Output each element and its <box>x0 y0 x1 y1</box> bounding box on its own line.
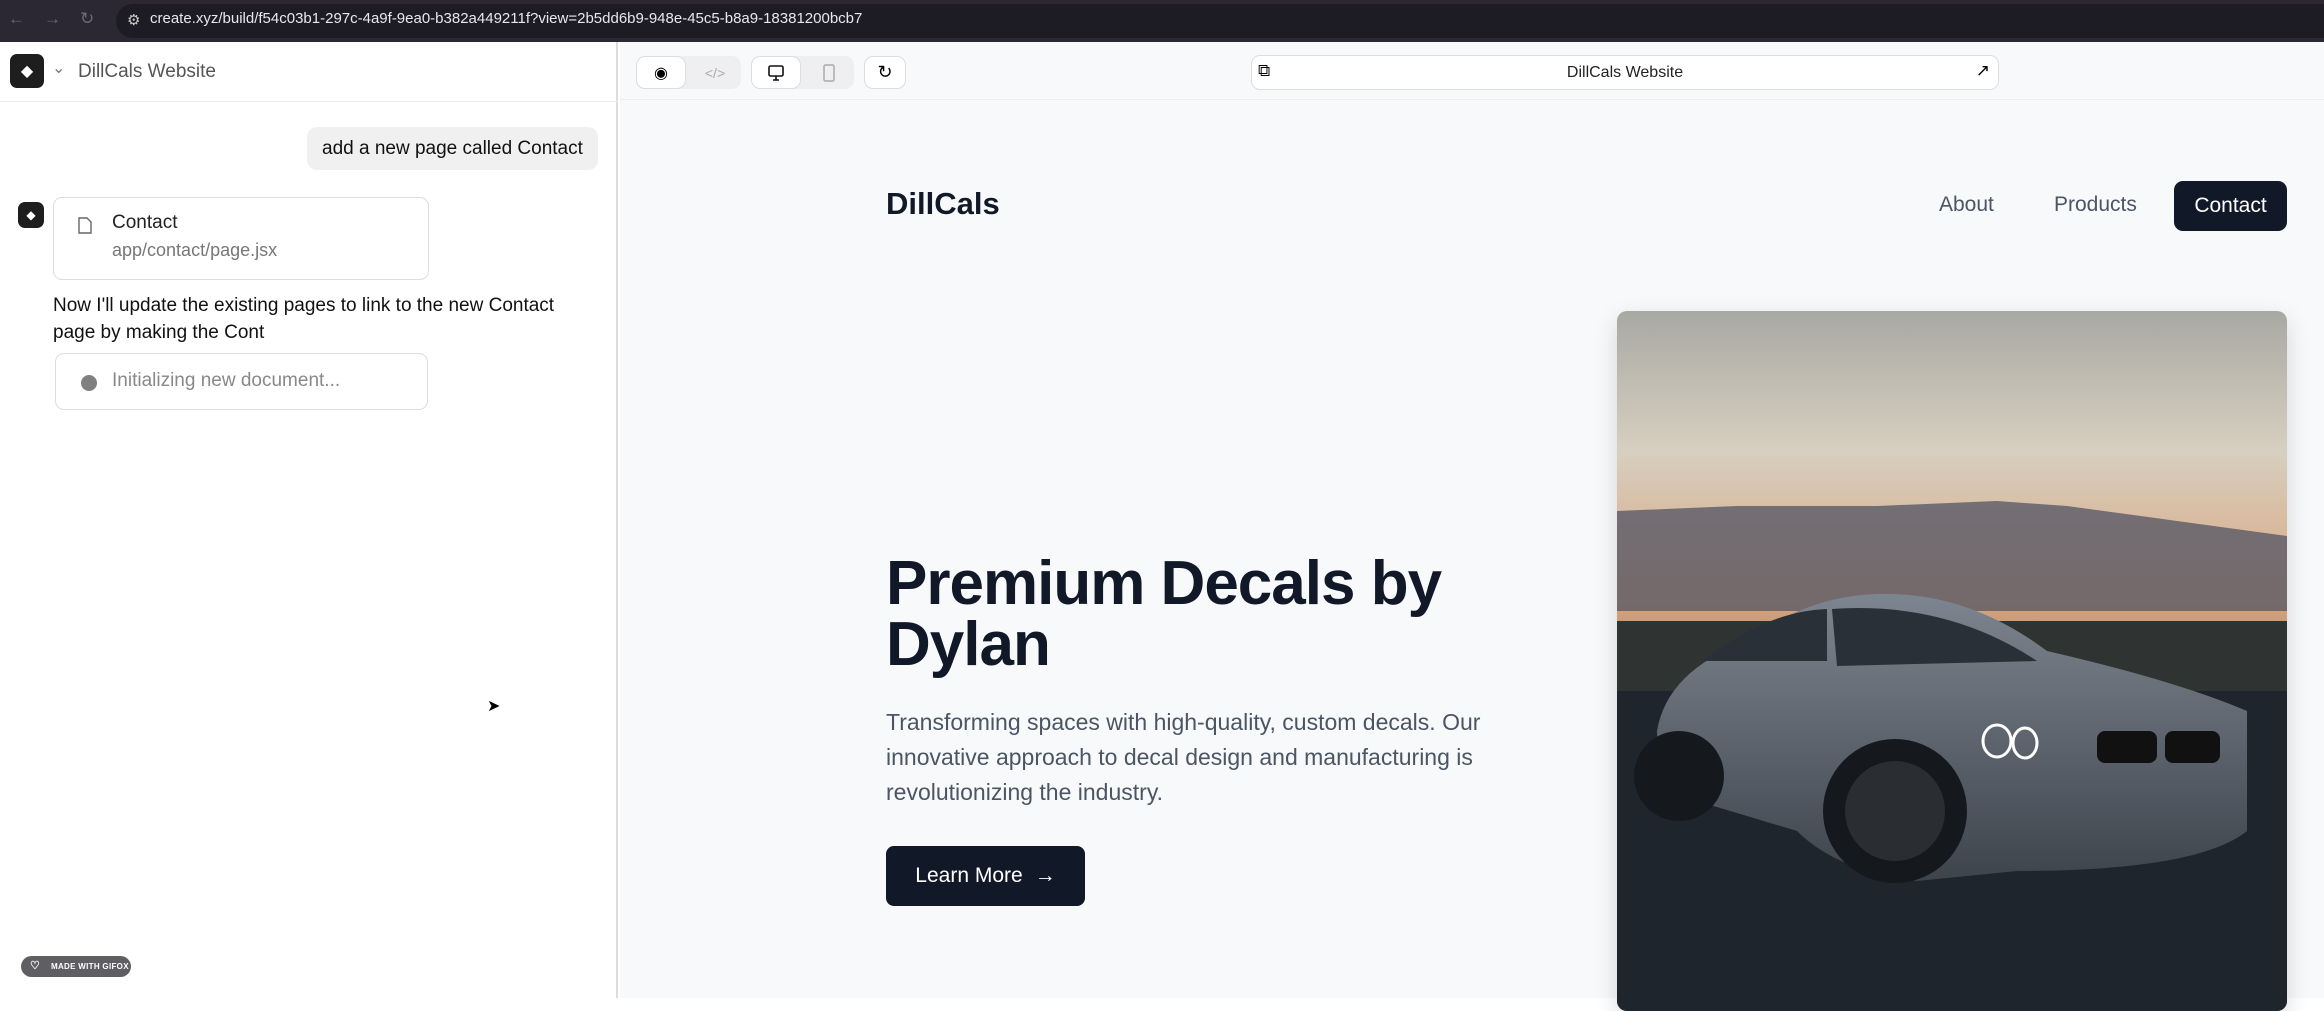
arrow-right-icon: → <box>1034 864 1056 887</box>
back-icon[interactable]: ← <box>8 9 25 29</box>
file-title: Contact <box>112 212 178 233</box>
view-mode-group: ◉ </> <box>636 56 741 89</box>
desktop-button[interactable] <box>751 56 801 89</box>
site-settings-icon[interactable]: ⚙ <box>127 11 140 29</box>
mobile-button[interactable] <box>804 56 854 89</box>
site-brand[interactable]: DillCals <box>886 186 1000 222</box>
preview-toolbar: ◉ </> ↻ ⧉ DillCals Website ↗ <box>620 42 2324 100</box>
code-button[interactable]: </> <box>690 56 740 89</box>
user-message: add a new page called Contact <box>307 127 598 170</box>
refresh-icon: ↻ <box>877 62 893 82</box>
forward-icon[interactable]: → <box>44 9 61 29</box>
external-link-icon[interactable]: ↗ <box>1976 61 1990 81</box>
preview-button[interactable]: ◉ <box>636 56 686 89</box>
nav-products[interactable]: Products <box>2054 193 2137 217</box>
nav-contact[interactable]: Contact <box>2174 181 2287 231</box>
learn-more-label: Learn More <box>915 864 1023 887</box>
mouse-cursor-icon: ➤ <box>487 698 501 715</box>
file-card[interactable]: Contact app/contact/page.jsx <box>53 197 429 280</box>
hero-title: Premium Decals by Dylan <box>886 549 1442 679</box>
fox-icon: ♡ <box>30 960 41 972</box>
hero-description: Transforming spaces with high-quality, c… <box>886 709 1481 805</box>
status-text: Initializing new document... <box>112 370 341 391</box>
preview-title: DillCals Website <box>1566 64 1684 81</box>
car-photo <box>1617 311 2287 1011</box>
file-path: app/contact/page.jsx <box>112 240 278 260</box>
phone-icon <box>823 63 835 82</box>
gifox-badge: ♡ MADE WITH GIFOX <box>21 956 131 977</box>
preview-panel: ◉ </> ↻ ⧉ DillCals Website ↗ DillCals Ab… <box>620 42 2324 1011</box>
chat-header: ◆ ⌄ DillCals Website <box>0 42 618 102</box>
monitor-icon <box>768 64 784 81</box>
hero-image <box>1617 311 2287 1011</box>
app-logo-icon[interactable]: ◆ <box>10 54 44 88</box>
code-icon: </> <box>704 64 726 81</box>
url-text[interactable]: create.xyz/build/f54c03b1-297c-4a9f-9ea0… <box>150 10 862 27</box>
learn-more-button[interactable]: Learn More → <box>886 846 1085 906</box>
loading-dot-icon <box>81 375 97 391</box>
assistant-avatar-icon: ◆ <box>18 202 44 228</box>
device-group <box>751 56 854 89</box>
preview-url-field[interactable]: ⧉ DillCals Website ↗ <box>1251 55 1999 90</box>
chevron-down-icon[interactable]: ⌄ <box>52 58 65 78</box>
reload-icon[interactable]: ↻ <box>80 9 94 29</box>
assistant-message: Now I'll update the existing pages to li… <box>53 295 555 343</box>
status-card: Initializing new document... <box>55 353 428 410</box>
browser-bar: ← → ↻ ⚙ create.xyz/build/f54c03b1-297c-4… <box>0 0 2324 42</box>
eye-icon: ◉ <box>654 64 668 82</box>
refresh-button[interactable]: ↻ <box>864 56 906 89</box>
badge-label: MADE WITH GIFOX <box>51 962 129 971</box>
chat-panel: ◆ ⌄ DillCals Website add a new page call… <box>0 42 618 998</box>
project-name[interactable]: DillCals Website <box>78 61 216 83</box>
nav-about[interactable]: About <box>1939 193 1994 217</box>
file-icon <box>78 217 92 234</box>
